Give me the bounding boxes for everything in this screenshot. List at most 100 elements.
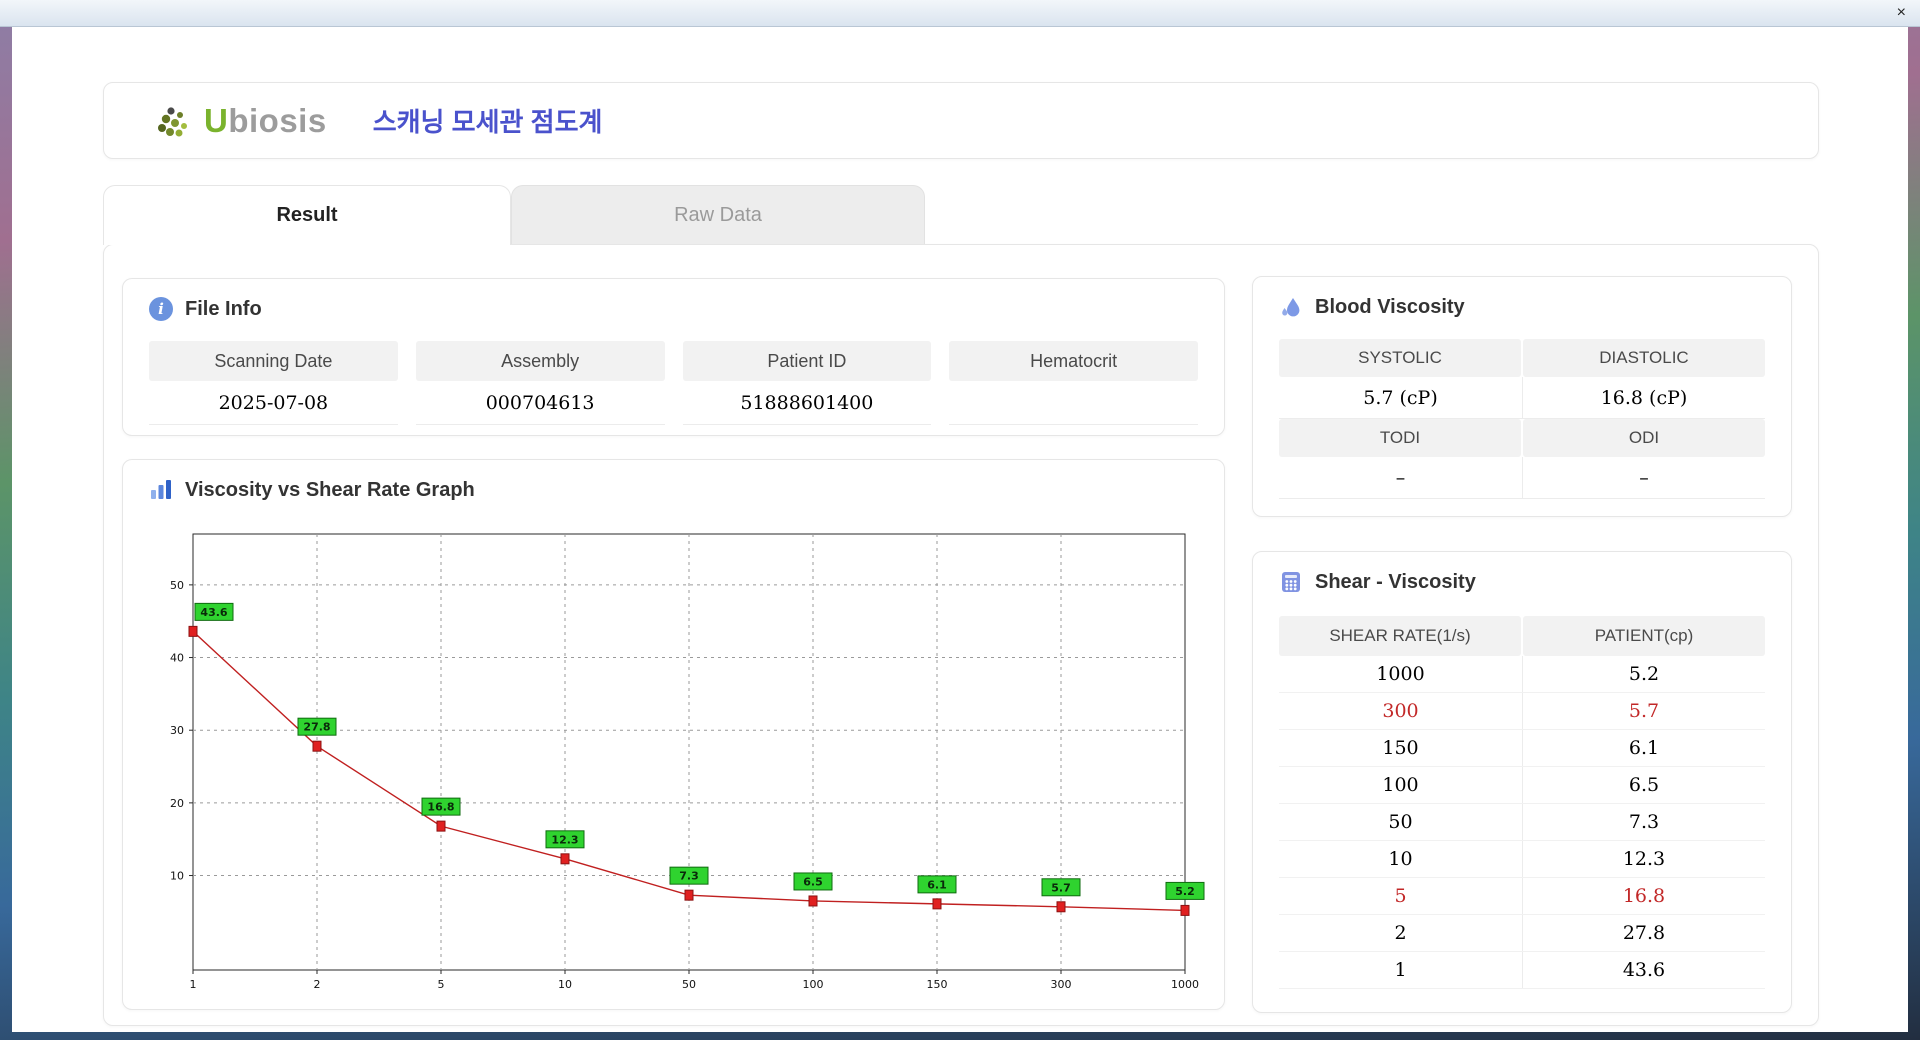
leaf-dots-icon — [158, 106, 187, 136]
blood-viscosity-title: Blood Viscosity — [1315, 295, 1465, 318]
svg-text:2: 2 — [314, 978, 321, 991]
info-icon: i — [149, 297, 173, 321]
shear-rate-cell: 150 — [1382, 737, 1419, 759]
svg-text:50: 50 — [170, 579, 184, 592]
patient-value-cell: 12.3 — [1522, 841, 1765, 877]
shear-rate-cell: 1 — [1394, 959, 1407, 981]
file-info-header: i File Info — [149, 297, 262, 321]
shear-rate-cell: 1000 — [1376, 663, 1425, 685]
svg-text:10: 10 — [170, 870, 184, 883]
file-info-card: i File Info Scanning Date 2025-07-08 Assem… — [122, 278, 1225, 436]
svg-text:43.6: 43.6 — [200, 606, 227, 619]
logo-letters-rest: biosis — [228, 101, 327, 139]
metric-label: SYSTOLIC — [1279, 339, 1521, 377]
metric-value: 16.8 (cP) — [1522, 377, 1765, 419]
patient-value-cell: 6.5 — [1522, 767, 1765, 803]
table-row: 1 43.6 — [1279, 952, 1765, 989]
table-row: 150 6.1 — [1279, 730, 1765, 767]
svg-text:1000: 1000 — [1171, 978, 1199, 991]
field-label: Scanning Date — [149, 341, 398, 381]
logo-letter-u: U — [204, 101, 229, 139]
field-label: Assembly — [415, 341, 665, 381]
graph-header: Viscosity vs Shear Rate Graph — [149, 478, 475, 502]
svg-text:50: 50 — [682, 978, 696, 991]
svg-text:7.3: 7.3 — [679, 870, 699, 883]
patient-value-cell: 43.6 — [1522, 952, 1765, 988]
shear-viscosity-header: Shear - Viscosity — [1279, 570, 1476, 594]
file-info-title: File Info — [185, 297, 262, 320]
file-info-field: Scanning Date 2025-07-08 — [149, 341, 398, 425]
table-row: 50 7.3 — [1279, 804, 1765, 841]
svg-text:100: 100 — [803, 978, 824, 991]
svg-text:16.8: 16.8 — [427, 801, 454, 814]
file-info-field: Assembly 000704613 — [415, 341, 665, 425]
shear-rate-cell: 5 — [1394, 885, 1407, 907]
shear-rate-cell: 300 — [1382, 700, 1419, 722]
blood-viscosity-header: Blood Viscosity — [1279, 295, 1465, 319]
table-row: 5 16.8 — [1279, 878, 1765, 915]
field-value: 000704613 — [415, 381, 665, 425]
shear-rate-cell: 2 — [1394, 922, 1407, 944]
table-row: 300 5.7 — [1279, 693, 1765, 730]
field-value: 51888601400 — [682, 381, 932, 425]
file-info-field: Hematocrit — [949, 341, 1198, 425]
svg-text:300: 300 — [1051, 978, 1072, 991]
shear-viscosity-card: Shear - Viscosity SHEAR RATE(1/s) PATIEN… — [1252, 551, 1792, 1013]
patient-value-cell: 7.3 — [1522, 804, 1765, 840]
close-icon[interactable]: × — [1897, 3, 1906, 23]
metric-label: ODI — [1523, 419, 1765, 457]
ubiosis-logo: Ubiosis — [156, 102, 327, 140]
svg-text:30: 30 — [170, 724, 184, 737]
metric-label: TODI — [1279, 419, 1521, 457]
svg-text:5.7: 5.7 — [1051, 881, 1071, 894]
viscosity-graph-card: Viscosity vs Shear Rate Graph 10 20 30 40 50… — [122, 459, 1225, 1010]
svg-text:6.1: 6.1 — [927, 878, 947, 891]
column-header-patient: PATIENT(cp) — [1523, 616, 1765, 656]
app-title: 스캐닝 모세관 점도계 — [372, 107, 603, 137]
table-header-row: SHEAR RATE(1/s) PATIENT(cp) — [1279, 616, 1765, 656]
tab-raw-data[interactable]: Raw Data — [511, 185, 925, 244]
window-title-bar: × — [0, 0, 1920, 27]
app-header: Ubiosis 스캐닝 모세관 점도계 — [103, 82, 1819, 159]
column-header-shear-rate: SHEAR RATE(1/s) — [1279, 616, 1521, 656]
field-label: Hematocrit — [949, 341, 1198, 381]
svg-text:10: 10 — [558, 978, 572, 991]
shear-viscosity-title: Shear - Viscosity — [1315, 570, 1476, 593]
viscosity-chart: 10 20 30 40 50 1 2 5 10 50 100 150 300 1000 43.6 27.8 16… — [170, 533, 1205, 991]
app-window: Ubiosis 스캐닝 모세관 점도계 Result Raw Data i Fil… — [12, 27, 1908, 1032]
patient-value-cell: 6.1 — [1522, 730, 1765, 766]
metric-value: – — [1279, 457, 1522, 499]
patient-value-cell: 27.8 — [1522, 915, 1765, 951]
logo-text: Ubiosis — [204, 102, 327, 140]
table-row: 10 12.3 — [1279, 841, 1765, 878]
field-label: Patient ID — [682, 341, 932, 381]
calculator-grid-icon — [1282, 572, 1300, 592]
bar-chart-icon — [151, 480, 171, 499]
svg-text:6.5: 6.5 — [803, 875, 823, 888]
patient-value-cell: 5.2 — [1522, 656, 1765, 692]
tab-result[interactable]: Result — [103, 185, 511, 245]
field-value — [949, 381, 1198, 425]
svg-text:5.2: 5.2 — [1175, 885, 1195, 898]
svg-text:5: 5 — [438, 978, 445, 991]
patient-value-cell: 5.7 — [1522, 693, 1765, 729]
table-body: 1000 5.2 300 5.7 150 6.1 100 6.5 50 7.3 10 12.3 5 16.… — [1279, 656, 1765, 989]
file-info-field: Patient ID 51888601400 — [682, 341, 932, 425]
shear-rate-cell: 10 — [1388, 848, 1413, 870]
droplets-icon — [1282, 298, 1300, 317]
table-row: 2 27.8 — [1279, 915, 1765, 952]
tabs: Result Raw Data — [103, 185, 925, 245]
svg-text:27.8: 27.8 — [303, 721, 330, 734]
svg-text:20: 20 — [170, 797, 184, 810]
metric-label: DIASTOLIC — [1523, 339, 1765, 377]
svg-text:40: 40 — [170, 652, 184, 665]
graph-title: Viscosity vs Shear Rate Graph — [185, 478, 475, 501]
svg-text:1: 1 — [190, 978, 197, 991]
patient-value-cell: 16.8 — [1522, 878, 1765, 914]
svg-text:150: 150 — [927, 978, 948, 991]
metric-value: 5.7 (cP) — [1279, 377, 1522, 419]
svg-text:12.3: 12.3 — [551, 833, 578, 846]
blood-viscosity-grid: SYSTOLIC DIASTOLIC 5.7 (cP) 16.8 (cP) TODI OD… — [1279, 339, 1765, 499]
shear-rate-cell: 100 — [1382, 774, 1419, 796]
shear-viscosity-table: SHEAR RATE(1/s) PATIENT(cp) 1000 5.2 300 5.… — [1279, 616, 1765, 989]
